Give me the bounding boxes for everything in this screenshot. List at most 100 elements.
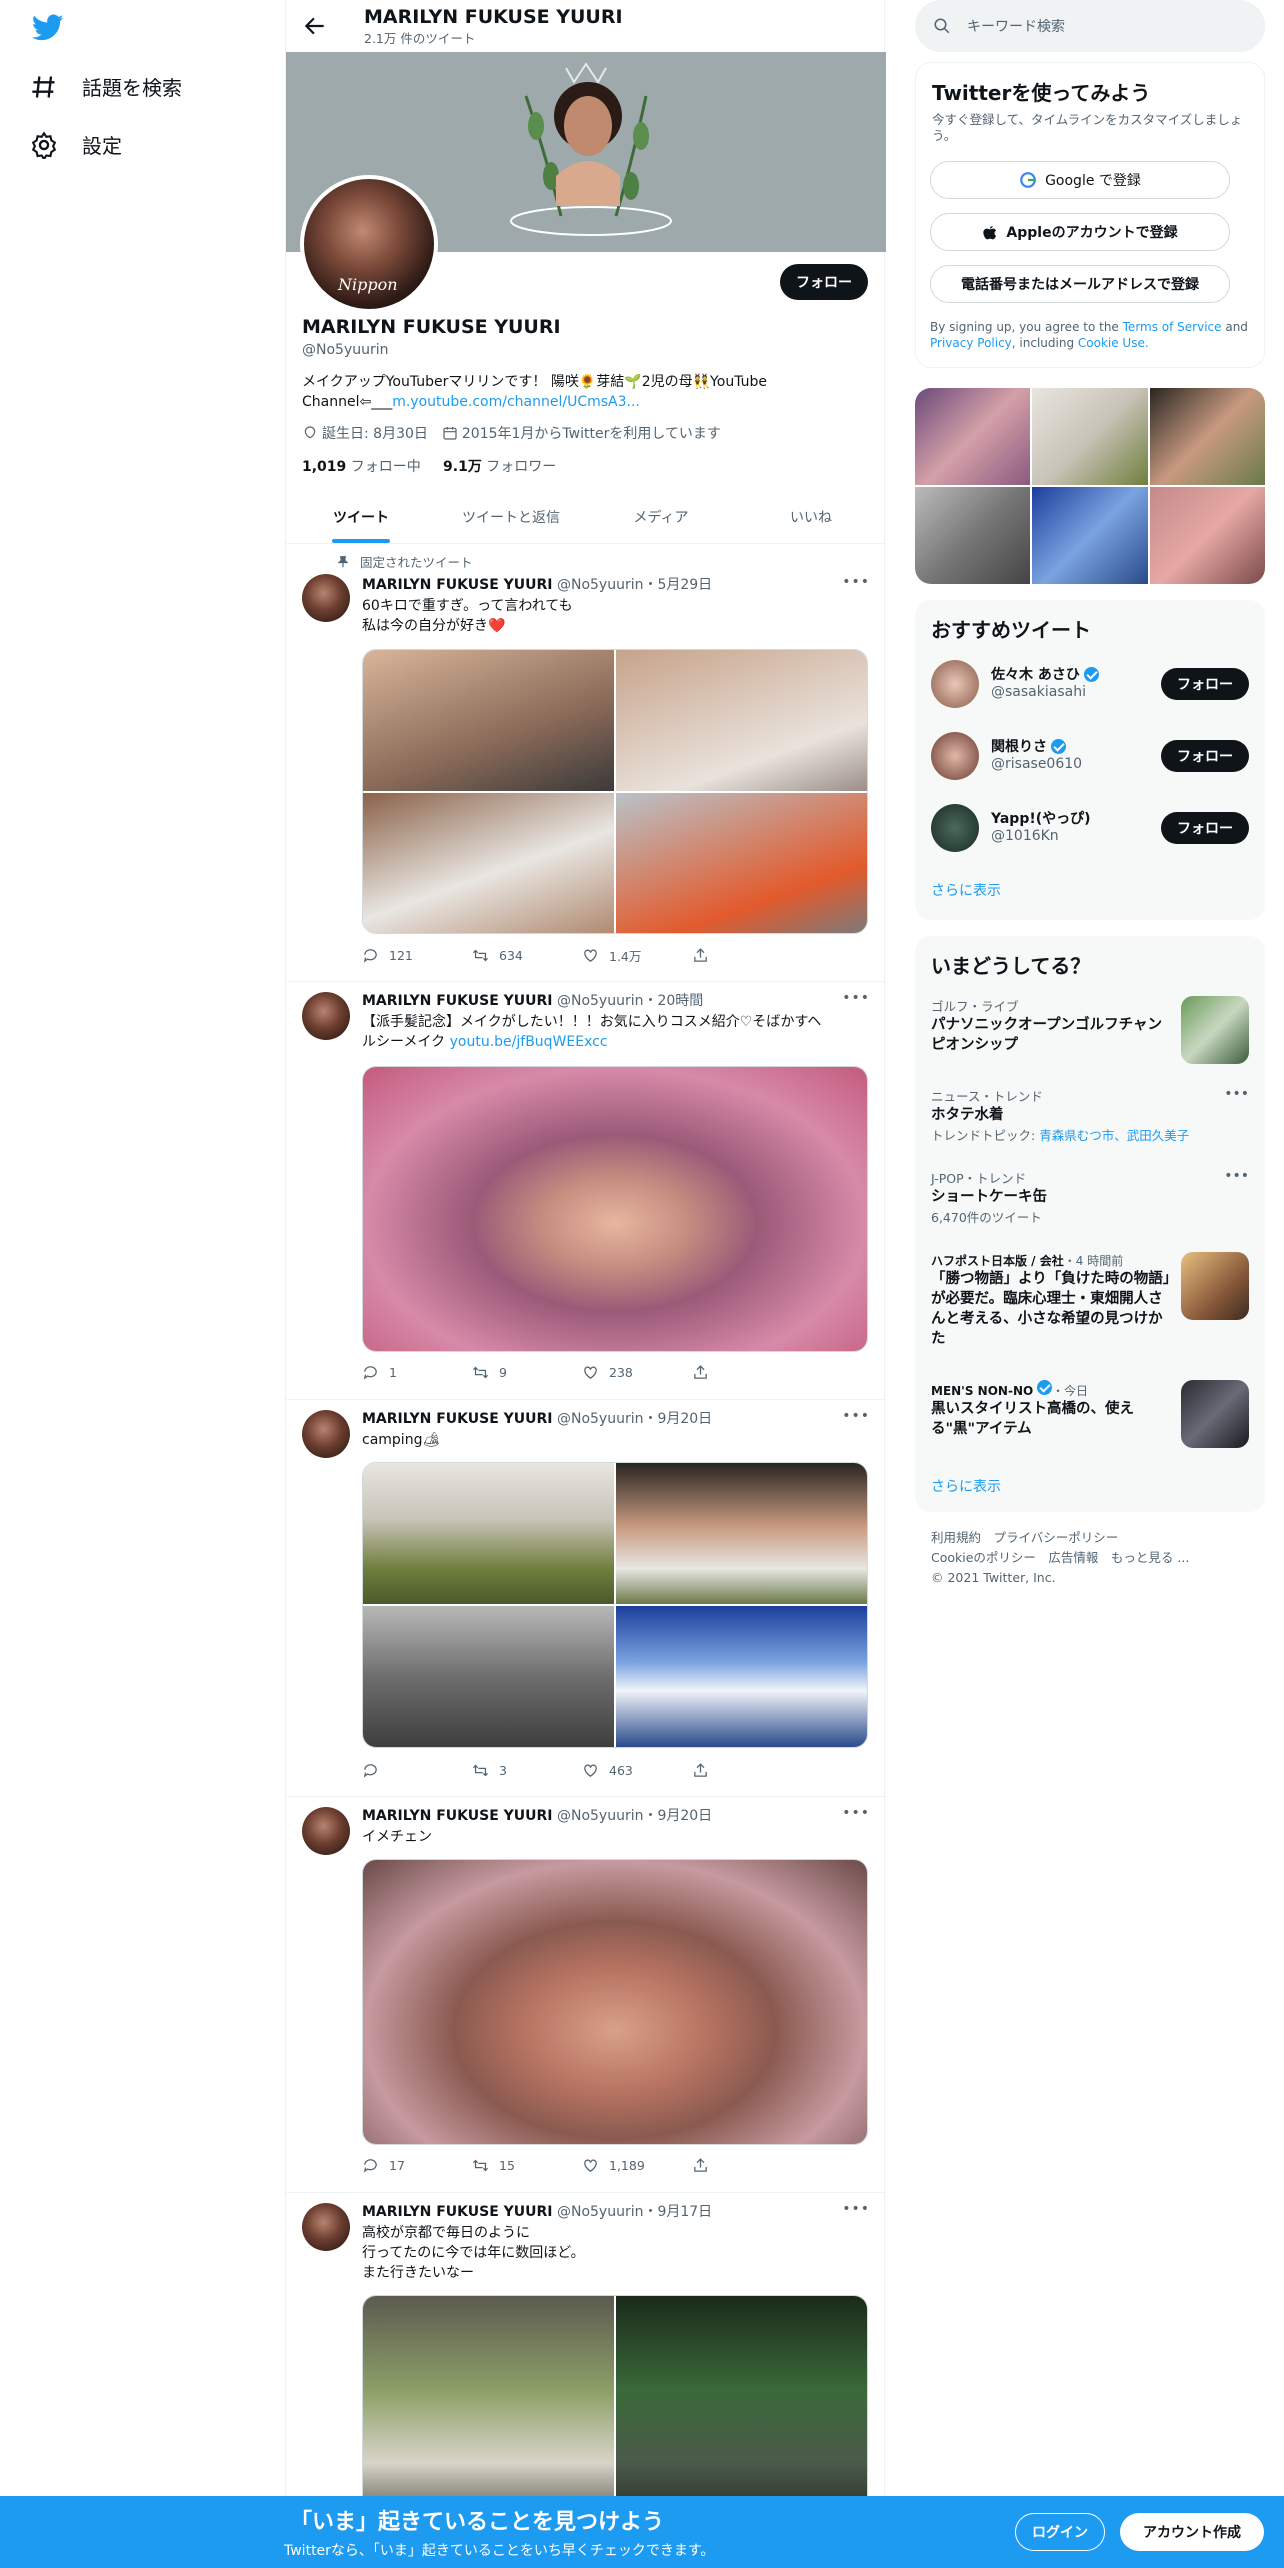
reply-button[interactable]: 1: [362, 1364, 462, 1381]
media-photo[interactable]: [363, 792, 614, 933]
tab-tweets-and-replies[interactable]: ツイートと返信: [436, 490, 586, 543]
google-signup-button[interactable]: Google で登録: [930, 161, 1230, 199]
like-button[interactable]: 238: [582, 1364, 682, 1381]
tweet-avatar[interactable]: [302, 992, 350, 1040]
following-stat[interactable]: 1,019 フォロー中: [302, 459, 421, 475]
footer-line[interactable]: Cookieのポリシー 広告情報 もっと見る ...: [931, 1548, 1189, 1568]
media-photo[interactable]: [616, 1606, 867, 1747]
media-photo[interactable]: [363, 1860, 867, 2144]
tweet[interactable]: MARILYN FUKUSE YUURI @No5yuurin・9月20日 ••…: [286, 1400, 886, 1797]
media-gallery[interactable]: [915, 388, 1265, 584]
recommend-user[interactable]: 佐々木 あさひ @sasakiasahi フォロー: [931, 656, 1249, 712]
trend-image[interactable]: [1181, 1252, 1249, 1320]
more-icon[interactable]: •••: [842, 2201, 870, 2217]
heart-icon: [584, 949, 597, 962]
login-button[interactable]: ログイン: [1015, 2513, 1105, 2551]
more-icon[interactable]: •••: [842, 990, 870, 1006]
tweet-avatar[interactable]: [302, 1807, 350, 1855]
gallery-photo[interactable]: [1032, 388, 1148, 485]
reply-button[interactable]: 17: [362, 2157, 462, 2174]
nav-settings[interactable]: 設定: [30, 130, 122, 159]
more-icon[interactable]: •••: [842, 1805, 870, 1821]
follow-button[interactable]: フォロー: [1161, 668, 1249, 700]
trend-image[interactable]: [1181, 996, 1249, 1064]
gallery-photo[interactable]: [1149, 487, 1265, 584]
trend-item[interactable]: ゴルフ・ライブ パナソニックオープンゴルフチャンピオンシップ: [931, 996, 1249, 1076]
media-photo[interactable]: [616, 650, 867, 791]
tweet[interactable]: MARILYN FUKUSE YUURI @No5yuurin・5月29日 ••…: [286, 544, 886, 982]
share-button[interactable]: [692, 946, 792, 965]
twitter-logo-icon[interactable]: [32, 14, 64, 46]
gallery-photo[interactable]: [915, 388, 1031, 485]
media-photo[interactable]: [363, 1067, 867, 1351]
tweet[interactable]: MARILYN FUKUSE YUURI @No5yuurin・20時間 •••…: [286, 982, 886, 1400]
tweet-link[interactable]: youtu.be/jfBuqWEExcc: [450, 1034, 608, 1050]
tweet-media[interactable]: [362, 1462, 868, 1748]
trend-item[interactable]: MEN'S NON-NO ・今日 黒いスタイリスト高橋の、使える"黒"アイテム: [931, 1380, 1249, 1450]
follow-button[interactable]: フォロー: [1161, 740, 1249, 772]
share-button[interactable]: [692, 1364, 792, 1381]
tab-tweets[interactable]: ツイート: [286, 490, 436, 543]
retweet-button[interactable]: 15: [472, 2157, 572, 2174]
search-bar[interactable]: キーワード検索: [915, 0, 1265, 52]
footer-line[interactable]: 利用規約 プライバシーポリシー: [931, 1528, 1189, 1548]
media-photo[interactable]: [616, 792, 867, 933]
recommend-show-more-link[interactable]: さらに表示: [931, 880, 1001, 900]
tweet-media[interactable]: [362, 1859, 868, 2145]
reply-button[interactable]: 121: [362, 946, 462, 965]
recommend-user[interactable]: Yapp!(やっぴ) @1016Kn フォロー: [931, 800, 1249, 856]
search-input[interactable]: キーワード検索: [967, 16, 1065, 36]
media-photo[interactable]: [363, 1606, 614, 1747]
trend-item[interactable]: ニュース・トレンド ホタテ水着 トレンドトピック: 青森県むつ市、武田久美子 •…: [931, 1086, 1249, 1144]
tweet-avatar[interactable]: [302, 1410, 350, 1458]
avatar[interactable]: [931, 732, 979, 780]
apple-signup-button[interactable]: Appleのアカウントで登録: [930, 213, 1230, 251]
tweet-avatar[interactable]: [302, 2203, 350, 2251]
more-icon[interactable]: •••: [1224, 1086, 1249, 1102]
trend-topic-link[interactable]: 青森県むつ市、武田久美子: [1039, 1128, 1189, 1143]
bio-link[interactable]: m.youtube.com/channel/UCmsA3...: [392, 394, 640, 410]
like-button[interactable]: 1,189: [582, 2157, 682, 2174]
privacy-link[interactable]: Privacy Policy: [930, 336, 1012, 350]
tab-media[interactable]: メディア: [586, 490, 736, 543]
media-photo[interactable]: [363, 650, 614, 791]
share-button[interactable]: [692, 1762, 792, 1779]
tweet-media[interactable]: [362, 649, 868, 934]
follow-button[interactable]: フォロー: [1161, 812, 1249, 844]
terms-link[interactable]: Terms of Service: [1123, 320, 1222, 334]
more-icon[interactable]: •••: [1224, 1168, 1249, 1184]
profile-avatar[interactable]: Nippon: [300, 175, 438, 313]
gallery-photo[interactable]: [1149, 388, 1265, 485]
more-icon[interactable]: •••: [842, 574, 870, 590]
like-button[interactable]: 1.4万: [582, 946, 682, 965]
tweet[interactable]: MARILYN FUKUSE YUURI @No5yuurin・9月20日 ••…: [286, 1797, 886, 2193]
more-icon[interactable]: •••: [842, 1408, 870, 1424]
phone-email-signup-button[interactable]: 電話番号またはメールアドレスで登録: [930, 265, 1230, 303]
tweet-avatar[interactable]: [302, 574, 350, 622]
retweet-button[interactable]: 634: [472, 946, 572, 965]
trends-show-more-link[interactable]: さらに表示: [931, 1476, 1001, 1496]
media-photo[interactable]: [616, 1463, 867, 1604]
media-photo[interactable]: [363, 1463, 614, 1604]
tab-likes[interactable]: いいね: [736, 490, 886, 543]
recommend-user[interactable]: 関根りさ @risase0610 フォロー: [931, 728, 1249, 784]
trend-item[interactable]: ハフポスト日本版 / 会社・4 時間前 「勝つ物語」より「負けた時の物語」が必要…: [931, 1252, 1249, 1352]
gallery-photo[interactable]: [915, 487, 1031, 584]
cookie-link[interactable]: Cookie Use.: [1078, 336, 1149, 350]
nav-explore[interactable]: 話題を検索: [30, 72, 182, 101]
share-button[interactable]: [692, 2157, 792, 2174]
retweet-button[interactable]: 9: [472, 1364, 572, 1381]
avatar[interactable]: [931, 660, 979, 708]
reply-button[interactable]: [362, 1762, 462, 1779]
trend-image[interactable]: [1181, 1380, 1249, 1448]
tweet-media[interactable]: [362, 1066, 868, 1352]
gallery-photo[interactable]: [1032, 487, 1148, 584]
profile-follow-button[interactable]: フォロー: [780, 264, 868, 300]
avatar[interactable]: [931, 804, 979, 852]
signup-button[interactable]: アカウント作成: [1120, 2513, 1264, 2551]
trend-item[interactable]: J-POP・トレンド ショートケーキ缶 6,470件のツイート •••: [931, 1168, 1249, 1226]
retweet-button[interactable]: 3: [472, 1762, 572, 1779]
back-arrow-icon[interactable]: [302, 13, 328, 39]
followers-stat[interactable]: 9.1万 フォロワー: [443, 459, 556, 475]
like-button[interactable]: 463: [582, 1762, 682, 1779]
